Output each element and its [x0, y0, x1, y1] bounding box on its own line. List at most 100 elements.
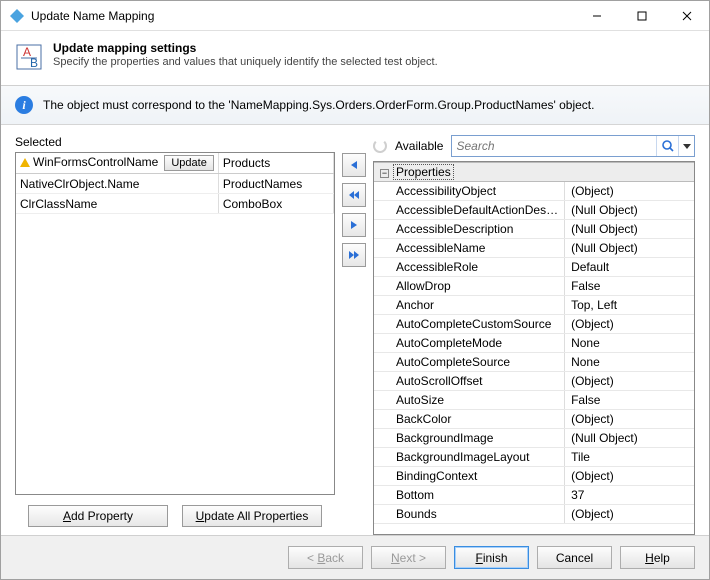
property-value: (Object)	[565, 505, 694, 524]
property-name: ClrClassName	[20, 197, 97, 211]
selected-row[interactable]: WinFormsControlName Update Products	[16, 153, 334, 174]
available-row[interactable]: AutoCompleteModeNone	[374, 334, 694, 353]
property-value: (Null Object)	[565, 201, 694, 220]
property-name: AutoCompleteSource	[374, 353, 565, 372]
info-text: The object must correspond to the 'NameM…	[43, 98, 594, 112]
property-name: WinFormsControlName	[33, 155, 158, 169]
search-box	[451, 135, 695, 157]
available-row[interactable]: BindingContext(Object)	[374, 467, 694, 486]
property-value: (Null Object)	[565, 220, 694, 239]
property-value[interactable]: Products	[218, 153, 333, 174]
help-button[interactable]: Help	[620, 546, 695, 569]
property-name: Anchor	[374, 296, 565, 315]
available-row[interactable]: BackColor(Object)	[374, 410, 694, 429]
property-value: Top, Left	[565, 296, 694, 315]
available-row[interactable]: AutoCompleteCustomSource(Object)	[374, 315, 694, 334]
available-row[interactable]: AutoScrollOffset(Object)	[374, 372, 694, 391]
property-value: None	[565, 334, 694, 353]
search-button[interactable]	[656, 136, 678, 156]
loading-spinner-icon	[373, 139, 387, 153]
maximize-button[interactable]	[619, 1, 664, 30]
property-value: (Null Object)	[565, 429, 694, 448]
move-all-right-button[interactable]	[342, 243, 366, 267]
available-row[interactable]: AccessibleName(Null Object)	[374, 239, 694, 258]
header-title: Update mapping settings	[53, 41, 438, 55]
move-left-button[interactable]	[342, 153, 366, 177]
minimize-button[interactable]	[574, 1, 619, 30]
info-bar: i The object must correspond to the 'Nam…	[1, 86, 709, 125]
property-name: BackColor	[374, 410, 565, 429]
update-button[interactable]: Update	[164, 155, 213, 171]
property-name: BindingContext	[374, 467, 565, 486]
header: A B Update mapping settings Specify the …	[1, 31, 709, 86]
available-row[interactable]: BackgroundImage(Null Object)	[374, 429, 694, 448]
property-value: False	[565, 391, 694, 410]
available-properties-table: −Properties AccessibilityObject(Object)A…	[373, 161, 695, 535]
update-all-properties-button[interactable]: Update All Properties	[182, 505, 322, 527]
dialog-window: Update Name Mapping A B Update mapping s…	[0, 0, 710, 580]
finish-button[interactable]: Finish	[454, 546, 529, 569]
property-name: AutoScrollOffset	[374, 372, 565, 391]
property-value: (Object)	[565, 467, 694, 486]
available-scroll[interactable]: −Properties AccessibilityObject(Object)A…	[374, 162, 694, 534]
warning-icon	[20, 158, 30, 167]
cancel-button[interactable]: Cancel	[537, 546, 612, 569]
header-subtitle: Specify the properties and values that u…	[53, 56, 438, 68]
property-name: AutoSize	[374, 391, 565, 410]
property-name: BackgroundImageLayout	[374, 448, 565, 467]
property-name: AccessibleDefaultActionDes…	[374, 201, 565, 220]
available-row[interactable]: AccessibleRoleDefault	[374, 258, 694, 277]
available-row[interactable]: AllowDropFalse	[374, 277, 694, 296]
property-value: (Object)	[565, 315, 694, 334]
property-name: AccessibilityObject	[374, 182, 565, 201]
property-name: NativeClrObject.Name	[20, 177, 139, 191]
property-value: (Null Object)	[565, 239, 694, 258]
back-button[interactable]: < Back	[288, 546, 363, 569]
property-name: Bottom	[374, 486, 565, 505]
move-all-left-button[interactable]	[342, 183, 366, 207]
footer: < Back Next > Finish Cancel Help	[1, 535, 709, 579]
property-value: Default	[565, 258, 694, 277]
svg-text:B: B	[30, 56, 38, 70]
window-title: Update Name Mapping	[31, 9, 574, 23]
property-value: (Object)	[565, 182, 694, 201]
next-button[interactable]: Next >	[371, 546, 446, 569]
selected-row[interactable]: NativeClrObject.Name ProductNames	[16, 174, 334, 194]
property-value[interactable]: ComboBox	[218, 194, 333, 214]
collapse-icon[interactable]: −	[380, 169, 389, 178]
available-row[interactable]: AccessibleDefaultActionDes…(Null Object)	[374, 201, 694, 220]
property-name: AccessibleRole	[374, 258, 565, 277]
selected-row[interactable]: ClrClassName ComboBox	[16, 194, 334, 214]
property-name: AutoCompleteCustomSource	[374, 315, 565, 334]
app-icon	[9, 8, 25, 24]
move-right-button[interactable]	[342, 213, 366, 237]
property-value: 37	[565, 486, 694, 505]
add-property-button[interactable]: Add Property	[28, 505, 168, 527]
available-label: Available	[395, 139, 443, 153]
available-row[interactable]: Bounds(Object)	[374, 505, 694, 524]
transfer-buttons	[339, 135, 369, 535]
available-row[interactable]: AutoCompleteSourceNone	[374, 353, 694, 372]
property-value: None	[565, 353, 694, 372]
properties-group-row[interactable]: −Properties	[374, 163, 694, 182]
property-name: AllowDrop	[374, 277, 565, 296]
group-header: Properties	[393, 164, 454, 180]
available-row[interactable]: AccessibleDescription(Null Object)	[374, 220, 694, 239]
close-button[interactable]	[664, 1, 709, 30]
property-name: AccessibleName	[374, 239, 565, 258]
available-row[interactable]: AnchorTop, Left	[374, 296, 694, 315]
available-row[interactable]: AccessibilityObject(Object)	[374, 182, 694, 201]
available-row[interactable]: BackgroundImageLayoutTile	[374, 448, 694, 467]
property-value[interactable]: ProductNames	[218, 174, 333, 194]
info-icon: i	[15, 96, 33, 114]
property-value: False	[565, 277, 694, 296]
property-name: Bounds	[374, 505, 565, 524]
property-value: (Object)	[565, 410, 694, 429]
property-name: AccessibleDescription	[374, 220, 565, 239]
property-value: Tile	[565, 448, 694, 467]
available-row[interactable]: AutoSizeFalse	[374, 391, 694, 410]
search-dropdown-button[interactable]	[678, 136, 694, 156]
search-input[interactable]	[452, 136, 656, 156]
available-row[interactable]: Bottom37	[374, 486, 694, 505]
property-name: BackgroundImage	[374, 429, 565, 448]
